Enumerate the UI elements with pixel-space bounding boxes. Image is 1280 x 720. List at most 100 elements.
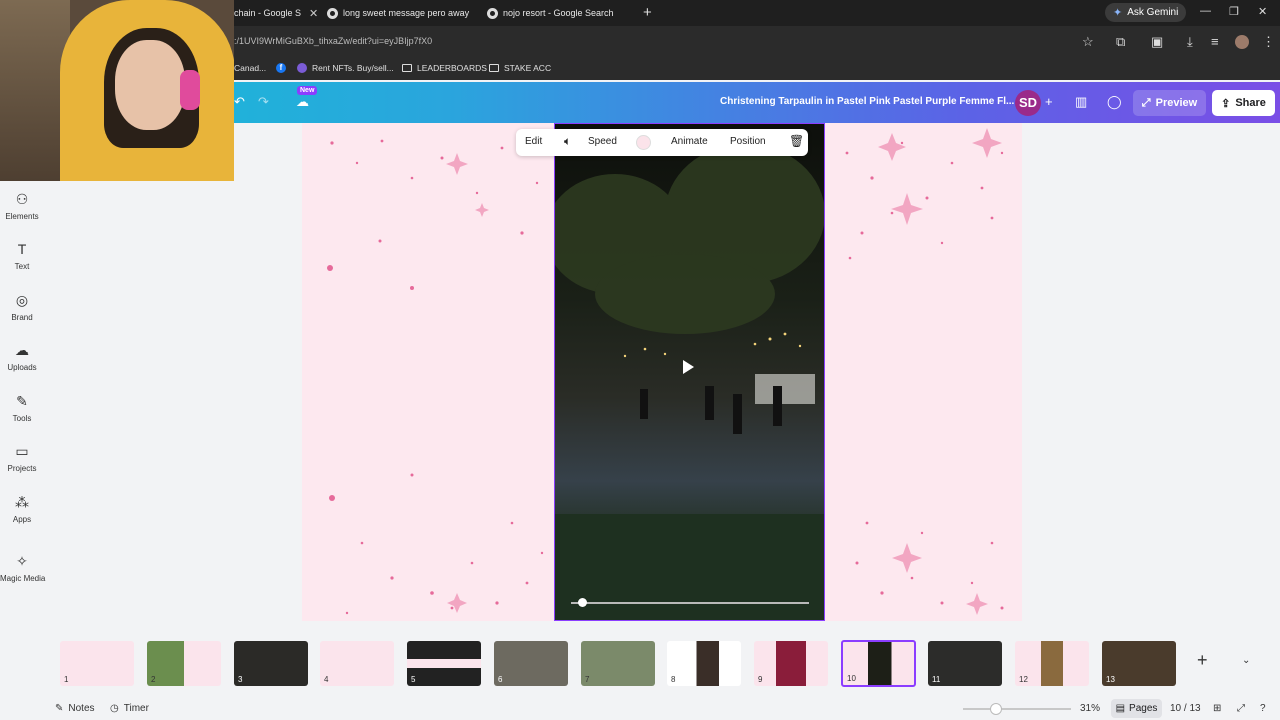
- redo-icon[interactable]: ↷: [258, 94, 269, 110]
- cast-icon[interactable]: ▣: [1151, 34, 1163, 50]
- pages-button[interactable]: ▤ Pages: [1111, 699, 1162, 718]
- page-number: 5: [411, 675, 416, 684]
- tools-icon: ✎: [16, 393, 28, 409]
- tab-label: nojo resort - Google Search: [503, 8, 614, 18]
- page-number: 8: [671, 675, 676, 684]
- url-field[interactable]: :/1UVI9WrMiGuBXb_tihxaZw/edit?ui=eyJBIjp…: [234, 36, 432, 46]
- page-thumbnail[interactable]: 9: [754, 641, 828, 686]
- folder-icon: [402, 64, 412, 72]
- user-avatar[interactable]: SD: [1015, 90, 1041, 116]
- play-icon[interactable]: [683, 360, 694, 374]
- page-thumbnail[interactable]: 8: [667, 641, 741, 686]
- close-icon[interactable]: ✕: [309, 7, 318, 20]
- new-tab-button[interactable]: +: [643, 4, 652, 21]
- notes-button[interactable]: ✎ Notes: [55, 703, 95, 714]
- browser-tab[interactable]: long sweet message pero away ✕: [327, 3, 475, 23]
- animate-button[interactable]: Animate: [671, 136, 708, 147]
- preview-label: Preview: [1155, 97, 1198, 109]
- page-thumbnail[interactable]: 13: [1102, 641, 1176, 686]
- page-number: 6: [498, 675, 503, 684]
- zoom-slider[interactable]: [963, 708, 1071, 710]
- transparency-swatch[interactable]: [636, 135, 651, 150]
- profile-avatar[interactable]: [1235, 35, 1249, 49]
- video-timeline[interactable]: [571, 602, 809, 604]
- menu-icon[interactable]: ⋮: [1262, 34, 1275, 50]
- edit-button[interactable]: Edit: [525, 136, 542, 147]
- uploads-icon: ☁: [15, 342, 29, 358]
- close-window-icon[interactable]: ✕: [1258, 5, 1267, 18]
- page-thumbnail[interactable]: 7: [581, 641, 655, 686]
- speed-button[interactable]: Speed: [588, 136, 617, 147]
- sidebar-item-magic-media[interactable]: ✧ Magic Media: [0, 553, 45, 583]
- document-title[interactable]: Christening Tarpaulin in Pastel Pink Pas…: [720, 96, 1014, 107]
- google-icon: [487, 7, 498, 19]
- notes-icon: ✎: [55, 703, 64, 714]
- page-thumbnail-selected[interactable]: 10: [841, 640, 916, 687]
- fullscreen-icon[interactable]: ⤢: [1237, 703, 1245, 714]
- sidebar-item-projects[interactable]: ▭ Projects: [0, 443, 44, 473]
- reading-list-icon[interactable]: ≡: [1211, 34, 1219, 49]
- sidebar-item-brand[interactable]: ◎ Brand: [0, 292, 44, 322]
- browser-tab[interactable]: chain - Google S ✕: [234, 3, 318, 23]
- ask-gemini-button[interactable]: ✦ Ask Gemini: [1105, 3, 1187, 22]
- page-number: 4: [324, 675, 329, 684]
- minimize-icon[interactable]: —: [1200, 5, 1211, 17]
- sidebar-item-elements[interactable]: ⚇ Elements: [0, 191, 44, 221]
- sidebar-item-label: Uploads: [7, 363, 37, 372]
- magic-media-icon: ✧: [16, 553, 28, 569]
- sidebar-item-label: Elements: [5, 212, 39, 221]
- page-thumbnail[interactable]: 3: [234, 641, 308, 686]
- page-thumbnail[interactable]: 2: [147, 641, 221, 686]
- pages-icon: ▤: [1115, 703, 1126, 714]
- sidebar-item-tools[interactable]: ✎ Tools: [0, 393, 44, 423]
- preview-button[interactable]: ⤢ Preview: [1133, 90, 1206, 116]
- undo-icon[interactable]: ↶: [234, 94, 245, 110]
- apps-icon: ⁂: [15, 494, 29, 510]
- star-icon[interactable]: ☆: [1082, 34, 1094, 50]
- volume-icon[interactable]: 🔈︎: [564, 134, 571, 149]
- bookmark-folder[interactable]: LEADERBOARDS: [402, 63, 487, 73]
- page-thumbnail[interactable]: 11: [928, 641, 1002, 686]
- comment-icon[interactable]: ◯: [1107, 94, 1122, 110]
- sidebar-item-text[interactable]: T Text: [0, 241, 44, 271]
- projects-icon: ▭: [15, 443, 29, 459]
- left-sidebar: ⚇ Elements T Text ◎ Brand ☁ Uploads ✎ To…: [0, 181, 45, 631]
- timeline-handle[interactable]: [578, 598, 587, 607]
- new-badge: New: [297, 86, 318, 95]
- bookmark-folder[interactable]: STAKE ACC: [489, 63, 551, 73]
- trash-icon[interactable]: 🗑︎: [789, 134, 804, 148]
- cloud-save-icon[interactable]: ☁: [296, 94, 309, 110]
- chevron-down-icon[interactable]: ⌄: [1242, 655, 1250, 666]
- zoom-handle[interactable]: [990, 703, 1002, 715]
- page-number: 1: [64, 675, 69, 684]
- page-thumbnail[interactable]: 4: [320, 641, 394, 686]
- position-button[interactable]: Position: [730, 136, 766, 147]
- insights-icon[interactable]: ▥: [1075, 94, 1087, 110]
- bookmark[interactable]: Rent NFTs. Buy/sell...: [297, 63, 394, 73]
- add-page-icon[interactable]: +: [1197, 650, 1208, 671]
- ask-gemini-label: Ask Gemini: [1127, 7, 1179, 18]
- sidebar-item-uploads[interactable]: ☁ Uploads: [0, 342, 44, 372]
- expand-icon: ⤢: [1141, 96, 1151, 109]
- add-collaborator-icon[interactable]: +: [1045, 94, 1053, 109]
- page-number: 7: [585, 675, 590, 684]
- page-thumbnail[interactable]: 12: [1015, 641, 1089, 686]
- bookmark[interactable]: f: [276, 63, 286, 73]
- timer-button[interactable]: ◷ Timer: [110, 703, 149, 714]
- page-number: 3: [238, 675, 243, 684]
- share-button[interactable]: ⇪ Share: [1212, 90, 1275, 116]
- bookmark[interactable]: Canad...: [234, 63, 266, 73]
- restore-icon[interactable]: ❐: [1229, 5, 1239, 18]
- sidebar-item-apps[interactable]: ⁂ Apps: [0, 494, 44, 524]
- help-icon[interactable]: ?: [1260, 703, 1266, 714]
- browser-tab[interactable]: nojo resort - Google Search ✕: [487, 3, 635, 23]
- page-thumbnail[interactable]: 6: [494, 641, 568, 686]
- zoom-level[interactable]: 31%: [1080, 703, 1100, 714]
- grid-view-icon[interactable]: ⊞: [1213, 703, 1221, 714]
- folder-icon: [489, 64, 499, 72]
- page-thumbnail[interactable]: 1: [60, 641, 134, 686]
- bookmark-label: Canad...: [234, 63, 267, 73]
- page-thumbnail[interactable]: 5: [407, 641, 481, 686]
- download-icon[interactable]: ⤓: [1187, 34, 1193, 50]
- extensions-icon[interactable]: ⧉: [1116, 34, 1125, 50]
